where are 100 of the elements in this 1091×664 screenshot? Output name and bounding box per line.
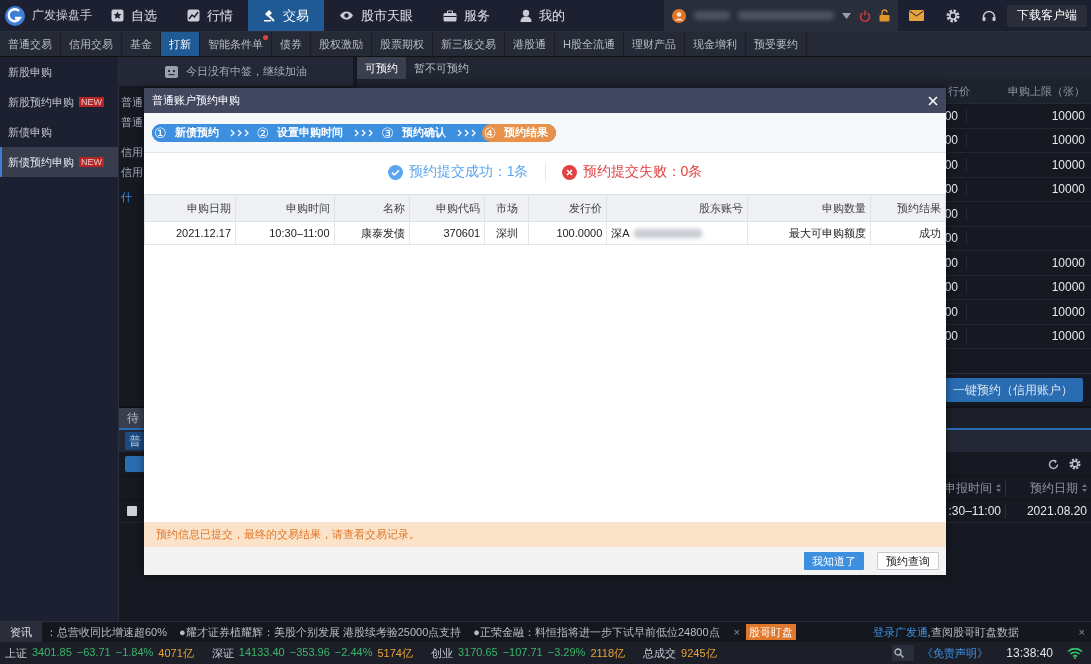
settings-icon[interactable] [1069, 458, 1081, 470]
close-button[interactable]: × [1078, 626, 1091, 638]
index-volume: 2118亿 [590, 645, 626, 661]
index-price: 3170.65 [457, 645, 498, 660]
trade-tab[interactable]: 信用交易 [61, 32, 122, 56]
trade-tab[interactable]: 理财产品 [623, 32, 685, 56]
list-tab[interactable]: 可预约 [357, 57, 406, 79]
account-label: 信用 [121, 165, 143, 180]
refresh-icon[interactable] [1048, 458, 1059, 470]
column-header: 市场 [484, 194, 529, 222]
trade-tab[interactable]: 普通交易 [0, 32, 61, 56]
download-button[interactable]: 下载客户端 [1007, 4, 1087, 27]
index-percent: −2.44% [334, 645, 373, 660]
index-volume: 4071亿 [158, 645, 194, 661]
table-cell: 10000 [1051, 157, 1085, 172]
column-header: 预约结果 [870, 194, 946, 222]
trade-tab[interactable]: 新三板交易 [433, 32, 505, 56]
sidebar-label: 新债申购 [8, 124, 52, 140]
table-cell: 10:30–11:00 [235, 221, 335, 245]
index-name: 创业 [430, 645, 453, 661]
column-header: 申购时间 [235, 194, 335, 222]
avatar-icon [672, 8, 686, 23]
total-volume: 9245亿 [681, 645, 717, 661]
redacted-account [633, 229, 702, 239]
table-cell: 成功 [870, 221, 946, 245]
list-tab[interactable]: 暂不可预约 [406, 57, 477, 79]
index-percent: −1.84% [115, 645, 154, 660]
column-header[interactable]: 预约日期 [1006, 479, 1091, 497]
news-headline[interactable]: ●正荣金融：料恒指将进一步下试早前低位24800点 [469, 624, 728, 640]
table-cell: 深圳 [484, 221, 529, 245]
trade-tab[interactable]: 预受要约 [745, 32, 807, 56]
wifi-icon [1067, 647, 1083, 659]
nav-tab[interactable]: 我的 [505, 0, 580, 31]
nav-tab[interactable]: 交易 [248, 0, 324, 31]
account-button[interactable]: 普 [125, 432, 145, 450]
column-header: 申购代码 [409, 194, 485, 222]
lock-icon[interactable] [879, 9, 890, 22]
news-label: 资讯 [0, 622, 42, 642]
trade-tab[interactable]: 打新 [161, 32, 200, 56]
index-name: 上证 [5, 645, 27, 661]
help-link[interactable]: 什 [121, 190, 132, 205]
table-cell: 10000 [1051, 182, 1085, 197]
redacted-name [694, 11, 730, 20]
disclaimer-link[interactable]: 《免责声明》 [922, 645, 989, 661]
sidebar-label: 新债预约申购 [8, 154, 74, 170]
result-text: 预约提交失败：0条 [582, 163, 703, 181]
mail-icon[interactable] [909, 10, 924, 21]
trade-tab[interactable]: 现金增利 [684, 32, 746, 56]
login-link[interactable]: 登录广发通 [872, 624, 928, 640]
notice-text: 预约信息已提交，最终的交易结果，请查看交易记录。 [156, 527, 420, 542]
index-price: 14133.40 [238, 645, 285, 660]
new-badge: NEW [79, 97, 104, 107]
sidebar-label: 新股预约申购 [8, 94, 74, 110]
close-button[interactable]: × [727, 626, 746, 638]
trade-tab[interactable]: 债券 [272, 32, 311, 56]
caret-icon[interactable] [842, 12, 851, 19]
panel-tab[interactable]: 待 [119, 408, 147, 428]
table-cell: 370601 [409, 221, 485, 245]
trade-tab[interactable]: 智能条件单 [200, 32, 272, 56]
power-icon[interactable] [859, 9, 871, 22]
trade-tab[interactable]: 股权激励 [311, 32, 372, 56]
index-change: −353.96 [289, 645, 330, 660]
nav-tab[interactable]: 服务 [428, 0, 505, 31]
sidebar-item[interactable]: 新债预约申购 NEW [0, 147, 118, 177]
trade-tab[interactable]: 股票期权 [372, 32, 433, 56]
nav-tab[interactable]: 行情 [172, 0, 248, 31]
index-percent: −3.29% [547, 645, 586, 660]
star-icon [111, 9, 124, 22]
dialog-button[interactable]: 预约查询 [877, 552, 939, 570]
trade-tab[interactable]: H股全流通 [555, 32, 624, 56]
news-headline[interactable]: ：总营收同比增速超60% [42, 624, 176, 640]
promo-text: ,查阅股哥盯盘数据 [927, 624, 1020, 640]
new-badge: NEW [79, 157, 104, 167]
app-name: 广发操盘手 [32, 7, 92, 24]
robot-face-icon [165, 65, 178, 78]
nav-tab[interactable]: 股市天眼 [324, 0, 428, 31]
chevrons-icon [229, 128, 250, 137]
column-header: 名称 [334, 194, 410, 222]
sidebar-item[interactable]: 新股预约申购 NEW [0, 87, 118, 117]
search-button[interactable] [892, 645, 915, 661]
check-circle-icon [387, 164, 403, 180]
chevrons-icon [456, 128, 477, 137]
index-volume: 5174亿 [377, 645, 413, 661]
trade-tab[interactable]: 港股通 [505, 32, 555, 56]
sidebar-label: 新股申购 [8, 64, 52, 80]
close-icon[interactable] [928, 95, 938, 106]
eye-icon [339, 10, 354, 21]
reserve-credit-button[interactable]: 一键预约（信用账户） [943, 378, 1083, 402]
news-headline[interactable]: ●耀才证券植耀辉：美股个别发展 港股续考验25000点支持 [175, 624, 470, 640]
checkbox[interactable] [127, 506, 137, 516]
nav-tab[interactable]: 自选 [96, 0, 172, 31]
headset-icon[interactable] [982, 9, 996, 22]
table-cell: 2021.12.17 [144, 221, 236, 245]
person-icon [520, 9, 532, 22]
sidebar-item[interactable]: 新债申购 [0, 117, 118, 147]
user-panel[interactable] [664, 0, 898, 31]
sidebar-item[interactable]: 新股申购 [0, 57, 118, 87]
settings-icon[interactable] [946, 8, 960, 23]
column-header: 申购日期 [144, 194, 236, 222]
table-cell: 10000 [1051, 329, 1085, 344]
